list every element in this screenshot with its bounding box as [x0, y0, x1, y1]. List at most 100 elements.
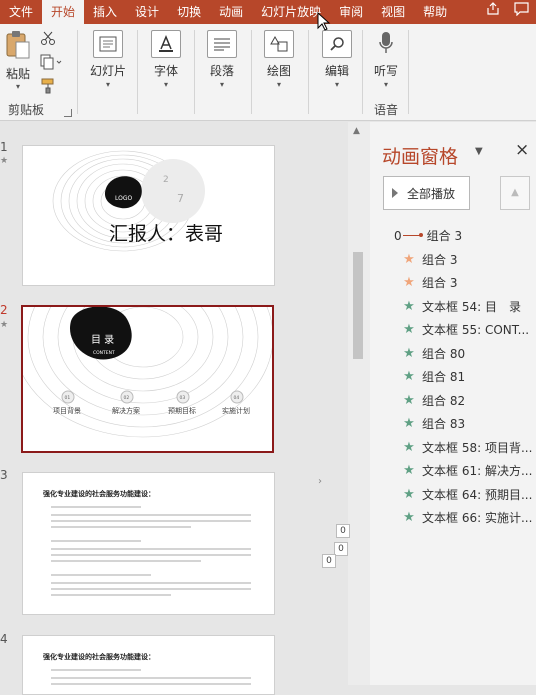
animation-item-label: 文本框 66: 实施计... — [422, 511, 533, 526]
emphasis-star-icon: ★ — [403, 416, 415, 432]
agenda-number: 02 — [124, 395, 130, 401]
font-button[interactable]: 字体 ▾ — [142, 30, 190, 89]
animation-item[interactable]: ★ 文本框 66: 实施计... — [370, 506, 536, 530]
animation-item[interactable]: ★ 文本框 55: CONT... — [370, 318, 536, 342]
slide-2-subtitle: CONTENT — [93, 350, 115, 356]
animation-item-label: 组合 3 — [422, 276, 458, 291]
paragraph-button[interactable]: 段落 ▾ — [198, 30, 246, 89]
slide-number-4: 4 — [0, 632, 8, 646]
emphasis-star-icon: ★ — [403, 439, 415, 455]
emphasis-star-icon: ★ — [403, 510, 415, 526]
close-icon[interactable]: × — [515, 140, 529, 160]
chevron-down-icon: ▾ — [219, 80, 224, 89]
animation-item[interactable]: ★ 组合 80 — [370, 342, 536, 366]
slide-thumbnail-1[interactable]: LOGO 2 7 汇报人：表哥 — [22, 145, 275, 286]
tab-home[interactable]: 开始 — [42, 0, 85, 24]
emphasis-star-icon: ★ — [403, 322, 415, 338]
slide-thumbnail-4[interactable]: 强化专业建设的社会服务功能建设： — [22, 635, 275, 695]
mouse-cursor-icon — [317, 11, 331, 35]
scroll-up-icon[interactable]: ▲ — [353, 126, 360, 136]
animation-item[interactable]: ★ 组合 3 — [370, 271, 536, 295]
tab-review[interactable]: 审阅 — [330, 0, 372, 24]
animation-item-label: 组合 81 — [422, 370, 466, 385]
animation-item[interactable]: ★ 组合 3 — [370, 248, 536, 272]
tab-file[interactable]: 文件 — [0, 0, 42, 24]
thumbnails-scrollbar[interactable]: ▲ — [348, 122, 370, 685]
emphasis-star-icon: ★ — [403, 463, 415, 479]
slide-number-2: 2 — [0, 303, 8, 317]
cut-icon[interactable] — [40, 30, 56, 49]
animation-item[interactable]: ★ 文本框 64: 预期目... — [370, 483, 536, 507]
voice-group: 听写 ▾ 语音 — [364, 24, 408, 121]
animation-item[interactable]: ★ 组合 83 — [370, 412, 536, 436]
tab-design[interactable]: 设计 — [126, 0, 168, 24]
chevron-down-icon: ▾ — [383, 80, 388, 89]
copy-icon[interactable] — [40, 54, 62, 73]
agenda-label: 项目背景 — [53, 406, 81, 415]
emphasis-star-icon: ★ — [403, 486, 415, 502]
agenda-label: 实施计划 — [222, 406, 250, 415]
slide-number-1: 1 — [0, 140, 8, 154]
comment-icon[interactable] — [507, 0, 536, 24]
svg-text:2: 2 — [163, 175, 169, 185]
animation-item[interactable]: 0 组合 3 — [370, 224, 536, 248]
move-up-button[interactable]: ▲ — [500, 176, 530, 210]
dictate-button[interactable]: 听写 ▾ — [362, 30, 410, 89]
animation-item[interactable]: ★ 文本框 54: 目 录 — [370, 295, 536, 319]
paragraph-icon — [207, 30, 237, 58]
ribbon-tabs: 文件 开始 插入 设计 切换 动画 幻灯片放映 审阅 视图 帮助 — [0, 0, 536, 24]
animation-item-label: 文本框 61: 解决方... — [422, 464, 533, 479]
animation-item-label: 组合 3 — [426, 229, 463, 244]
play-all-button[interactable]: 全部播放 — [383, 176, 470, 210]
editing-button[interactable]: 编辑 ▾ — [313, 30, 361, 89]
slides-button[interactable]: 幻灯片 ▾ — [84, 30, 132, 89]
animation-item-label: 组合 80 — [422, 346, 466, 361]
chevron-down-icon: ▾ — [163, 80, 168, 89]
slide-1-artwork: LOGO 2 7 汇报人：表哥 — [52, 150, 223, 252]
animation-item-label: 文本框 64: 预期目... — [422, 487, 533, 502]
animation-tag: 0 — [336, 524, 350, 538]
emphasis-star-icon: ★ — [403, 392, 415, 408]
agenda-label: 解决方案 — [112, 406, 140, 415]
slide-2-title: 目 录 — [91, 334, 114, 346]
slide-1-reporter: 汇报人：表哥 — [109, 223, 223, 245]
drawing-button[interactable]: 绘图 ▾ — [255, 30, 303, 89]
dialog-launcher-icon[interactable] — [64, 109, 72, 117]
animation-item[interactable]: ★ 文本框 58: 项目背... — [370, 436, 536, 460]
tab-insert[interactable]: 插入 — [84, 0, 126, 24]
tab-help[interactable]: 帮助 — [414, 0, 456, 24]
chevron-down-icon[interactable]: ▼ — [475, 146, 483, 157]
animation-item-label: 组合 3 — [422, 252, 458, 267]
animation-item[interactable]: ★ 组合 82 — [370, 389, 536, 413]
scrollbar-thumb[interactable] — [353, 252, 363, 359]
animation-star-icon: ★ — [0, 156, 9, 166]
slide-1-logo: LOGO — [115, 195, 133, 202]
animation-item[interactable]: ★ 文本框 61: 解决方... — [370, 459, 536, 483]
clipboard-group: 粘贴 ▾ 剪贴板 — [0, 24, 76, 121]
slide-thumbnail-3[interactable]: 强化专业建设的社会服务功能建设： — [22, 472, 275, 615]
animation-item-label: 文本框 54: 目 录 — [422, 299, 521, 314]
emphasis-star-icon: ★ — [403, 345, 415, 361]
paste-button[interactable]: 粘贴 ▾ — [4, 30, 32, 91]
format-painter-icon[interactable] — [40, 78, 56, 97]
animation-order-number: 0 — [394, 228, 402, 243]
shapes-icon — [264, 30, 294, 58]
slide-thumbnail-2[interactable]: 目 录 CONTENT 01 项目背景 02 解决方案 03 预期目标 04 实施计划 — [21, 305, 274, 453]
ribbon: 粘贴 ▾ 剪贴板 幻灯片 ▾ 字体 ▾ 段落 ▾ 绘图 ▾ 编辑 ▾ 听写 ▾ … — [0, 11, 536, 121]
agenda-number: 01 — [65, 395, 71, 401]
tab-animations[interactable]: 动画 — [210, 0, 252, 24]
slide-4-heading: 强化专业建设的社会服务功能建设： — [43, 653, 155, 661]
animation-pane: 动画窗格 ▼ × 全部播放 ▲ 0 组合 3 ★ 组合 3 ★ 组合 3 ★ 文本框 54: … — [370, 122, 536, 685]
animation-tag: 0 — [334, 542, 348, 556]
tab-view[interactable]: 视图 — [372, 0, 414, 24]
collapse-arrow-icon[interactable]: › — [318, 476, 322, 487]
animation-item-label: 文本框 58: 项目背... — [422, 440, 533, 455]
share-icon[interactable] — [479, 0, 507, 24]
animation-star-icon: ★ — [0, 320, 9, 330]
chevron-down-icon: ▾ — [105, 80, 110, 89]
animation-item[interactable]: ★ 组合 81 — [370, 365, 536, 389]
chevron-down-icon: ▾ — [276, 80, 281, 89]
tab-transitions[interactable]: 切换 — [168, 0, 210, 24]
emphasis-star-icon: ★ — [403, 369, 415, 385]
animation-item-label: 组合 82 — [422, 393, 466, 408]
